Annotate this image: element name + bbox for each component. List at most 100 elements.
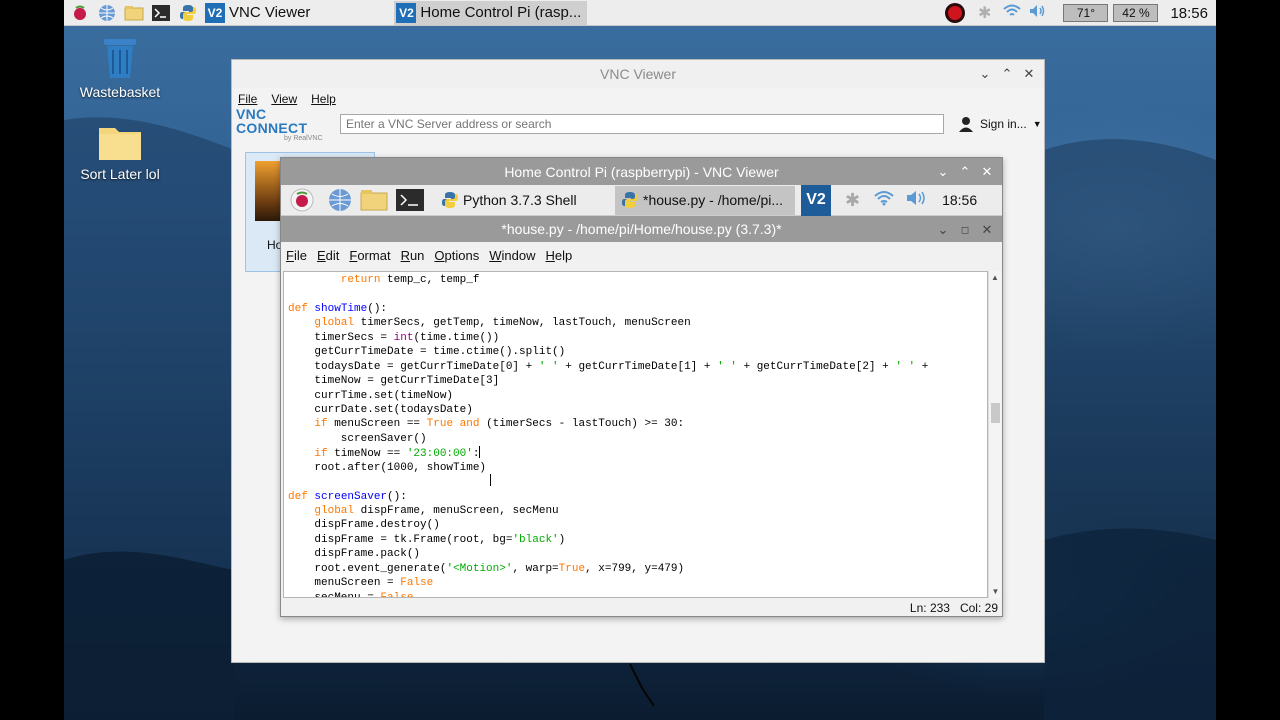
taskbar: V2 VNC Viewer V2 Home Control Pi (rasp..… — [64, 0, 1216, 26]
record-icon[interactable] — [942, 0, 968, 26]
system-tray: ✱ 71° 42 % 18:56 — [942, 0, 1216, 26]
remote-taskbar: Python 3.7.3 Shell *house.py - /home/pi.… — [281, 184, 1002, 216]
code-editor[interactable]: return temp_c, temp_f def showTime(): gl… — [283, 271, 988, 598]
volume-icon[interactable] — [906, 190, 928, 211]
terminal-icon[interactable] — [150, 2, 172, 24]
remote-clock[interactable]: 18:56 — [942, 192, 977, 208]
menu-file[interactable]: File — [286, 248, 307, 263]
scroll-up-arrow-icon[interactable]: ▲ — [989, 271, 1001, 284]
file-manager-icon[interactable] — [359, 189, 389, 211]
column-number: Col: 29 — [959, 600, 998, 615]
code-line: root.event_generate('<Motion>', warp=Tru… — [288, 562, 685, 575]
code-text: return temp_c, temp_f def showTime(): gl… — [288, 273, 928, 597]
menu-run[interactable]: Run — [401, 248, 425, 263]
window-controls: ⌄ ⌃ ✕ — [932, 158, 998, 186]
close-icon[interactable]: ✕ — [976, 222, 998, 238]
menu-help[interactable]: Help — [311, 92, 336, 106]
temperature-meter[interactable]: 71° — [1063, 4, 1109, 22]
maximize-icon[interactable]: ◻ — [954, 225, 976, 236]
sort-later-folder[interactable]: Sort Later lol — [64, 124, 180, 182]
terminal-icon[interactable] — [395, 189, 425, 211]
taskbar-task-home-control[interactable]: V2 Home Control Pi (rasp... — [394, 0, 588, 25]
remote-desktop-window: Home Control Pi (raspberrypi) - VNC View… — [280, 157, 1003, 617]
menu-view[interactable]: View — [271, 92, 297, 106]
code-line: dispFrame.destroy() — [288, 519, 440, 532]
vnc-viewer-titlebar[interactable]: VNC Viewer ⌄ ⌃ ✕ — [232, 60, 1044, 88]
remote-task-house-py[interactable]: *house.py - /home/pi... — [615, 185, 795, 215]
window-controls: ⌄ ⌃ ✕ — [974, 60, 1040, 88]
vnc-connect-logo: VNC CONNECT by RealVNC — [236, 105, 323, 142]
dropdown-arrow-icon: ▼ — [1032, 119, 1042, 129]
menu-format[interactable]: Format — [349, 248, 390, 263]
code-line: getCurrTimeDate = time.ctime().split() — [288, 346, 566, 359]
remote-task-python-shell[interactable]: Python 3.7.3 Shell — [435, 186, 613, 215]
menu-options[interactable]: Options — [434, 248, 479, 263]
raspberry-menu-icon[interactable] — [69, 2, 91, 24]
desktop: V2 VNC Viewer V2 Home Control Pi (rasp..… — [64, 0, 1216, 720]
code-line: currTime.set(timeNow) — [288, 389, 454, 402]
cpu-meter[interactable]: 42 % — [1113, 4, 1159, 22]
code-line: timerSecs = int(time.time()) — [288, 331, 500, 344]
idle-menubar: File Edit Format Run Options Window Help — [281, 242, 1002, 269]
taskbar-task-vnc-viewer[interactable]: V2 VNC Viewer — [203, 1, 316, 25]
close-icon[interactable]: ✕ — [976, 164, 998, 180]
scrollbar-thumb[interactable] — [991, 403, 1000, 423]
editor-scrollbar[interactable]: ▲ ▼ — [988, 271, 1001, 598]
connection-preview — [255, 161, 283, 221]
vnc-icon: V2 — [396, 2, 417, 23]
folder-label: Sort Later lol — [80, 166, 160, 182]
close-icon[interactable]: ✕ — [1018, 66, 1040, 82]
line-number: Ln: 233 — [909, 600, 950, 615]
code-line: return temp_c, temp_f — [340, 274, 480, 286]
raspberry-menu-icon[interactable] — [289, 188, 315, 212]
idle-titlebar[interactable]: *house.py - /home/pi/Home/house.py (3.7.… — [281, 216, 1002, 242]
remote-window-title: Home Control Pi (raspberrypi) - VNC View… — [504, 163, 779, 180]
volume-icon[interactable] — [1029, 4, 1047, 23]
wastebasket-desktop-icon[interactable]: Wastebasket — [64, 34, 180, 100]
minimize-icon[interactable]: ⌄ — [932, 222, 954, 238]
maximize-icon[interactable]: ⌃ — [954, 164, 976, 180]
wastebasket-label: Wastebasket — [79, 84, 161, 100]
minimize-icon[interactable]: ⌄ — [932, 164, 954, 180]
file-manager-icon[interactable] — [123, 2, 145, 24]
minimize-icon[interactable]: ⌄ — [974, 66, 996, 82]
menu-help[interactable]: Help — [546, 248, 573, 263]
panel-clock[interactable]: 18:56 — [1170, 5, 1208, 22]
scroll-down-arrow-icon[interactable]: ▼ — [989, 585, 1002, 598]
vnc-tray-icon[interactable]: V2 — [801, 184, 831, 216]
window-title: VNC Viewer — [600, 66, 676, 82]
wifi-icon[interactable] — [874, 190, 894, 211]
editor-status-bar: Ln: 233 Col: 29 — [281, 598, 1002, 617]
python-icon — [622, 192, 638, 208]
idle-window-title: *house.py - /home/pi/Home/house.py (3.7.… — [501, 221, 782, 237]
text-cursor-icon — [490, 474, 496, 486]
sign-in-button[interactable]: Sign in... ▼ — [958, 116, 1042, 132]
web-browser-icon[interactable] — [327, 189, 353, 211]
folder-icon — [99, 128, 141, 160]
code-line: def showTime(): — [288, 302, 388, 315]
menu-edit[interactable]: Edit — [317, 248, 339, 263]
maximize-icon[interactable]: ⌃ — [996, 66, 1018, 82]
code-line: screenSaver() — [288, 432, 427, 445]
trash-icon — [104, 39, 136, 78]
user-icon — [959, 117, 973, 132]
python-icon[interactable] — [177, 2, 199, 24]
code-line: global timerSecs, getTemp, timeNow, last… — [314, 317, 691, 330]
vnc-toolbar: VNC CONNECT by RealVNC Sign in... ▼ — [232, 107, 1044, 142]
bluetooth-icon[interactable]: ✱ — [978, 3, 991, 23]
vnc-menubar: File View Help — [232, 88, 1044, 110]
code-line: dispFrame.pack() — [288, 548, 421, 561]
vnc-icon: V2 — [205, 2, 225, 23]
bluetooth-icon[interactable]: ✱ — [845, 190, 860, 211]
web-browser-icon[interactable] — [96, 2, 118, 24]
vnc-server-search-input[interactable] — [340, 114, 944, 134]
window-controls: ⌄ ◻ ✕ — [932, 216, 998, 244]
code-line: currDate.set(todaysDate) — [288, 403, 473, 416]
remote-titlebar[interactable]: Home Control Pi (raspberrypi) - VNC View… — [281, 158, 1002, 185]
code-line: menuScreen = False — [288, 577, 434, 590]
wifi-icon[interactable] — [1003, 4, 1022, 23]
menu-window[interactable]: Window — [489, 248, 535, 263]
menu-file[interactable]: File — [238, 92, 257, 106]
